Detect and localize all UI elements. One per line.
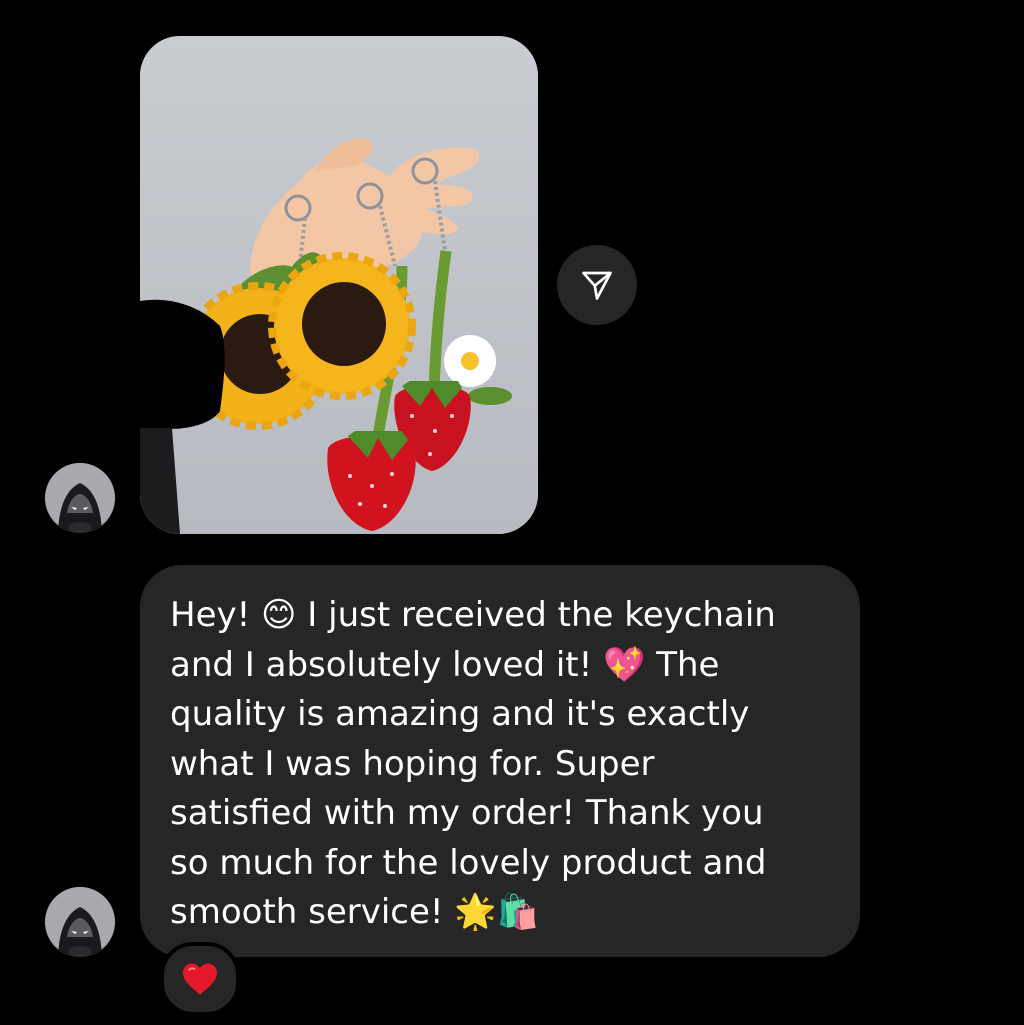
sender-avatar[interactable] bbox=[45, 887, 115, 957]
sender-avatar[interactable] bbox=[45, 463, 115, 533]
image-message[interactable] bbox=[140, 36, 538, 534]
heart-reaction[interactable] bbox=[160, 942, 240, 1016]
paper-plane-icon bbox=[582, 271, 612, 300]
message-text: Hey! 😊 I just received the keychain and … bbox=[170, 595, 776, 932]
hooded-character-icon bbox=[45, 887, 115, 957]
heart-icon bbox=[183, 963, 217, 995]
share-button[interactable] bbox=[557, 245, 637, 325]
hooded-character-icon bbox=[45, 463, 115, 533]
crochet-keychains-photo bbox=[140, 36, 538, 534]
text-message[interactable]: Hey! 😊 I just received the keychain and … bbox=[140, 565, 860, 957]
